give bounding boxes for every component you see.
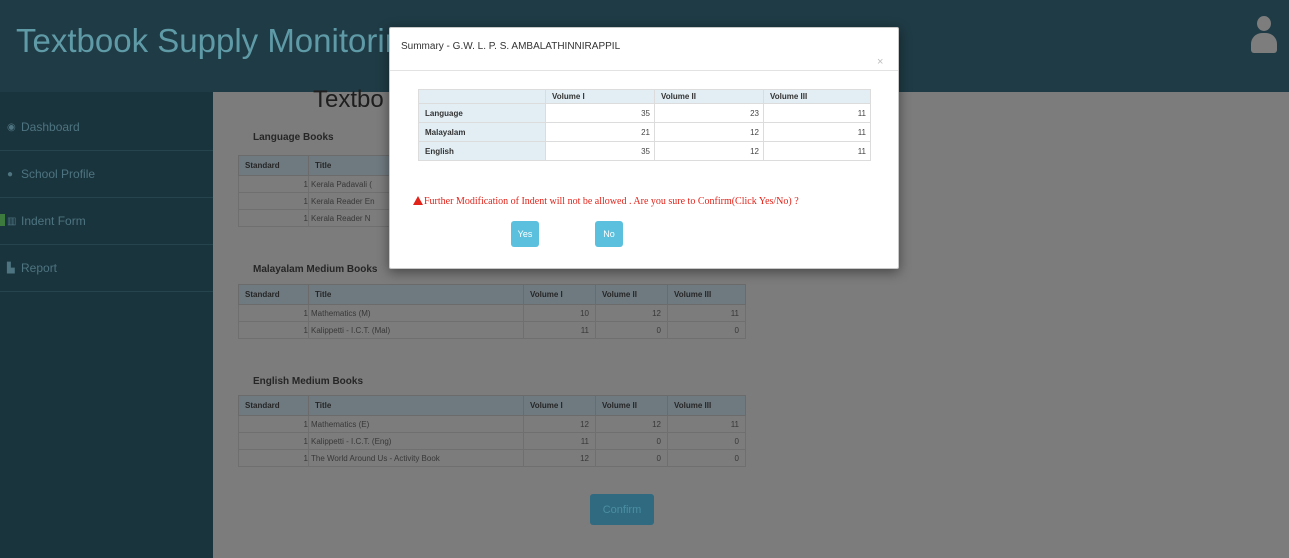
table-row: Language 35 23 11 [418,103,871,123]
active-indicator [0,214,5,226]
table-row: 1 Mathematics (E) 12 12 11 [238,415,746,433]
bank-icon: ▥ [7,215,17,227]
column-header: Volume II [595,284,668,305]
close-icon[interactable]: × [877,57,883,68]
modal-title: Summary - G.W. L. P. S. AMBALATHINNIRAPP… [401,41,621,52]
cell-volume-2: 12 [595,304,668,322]
modal-header: Summary - G.W. L. P. S. AMBALATHINNIRAPP… [390,28,898,71]
table-row: 1 Kalippetti - I.C.T. (Mal) 11 0 0 [238,321,746,339]
row-label: Malayalam [418,122,546,142]
cell-standard: 1 [238,321,309,339]
cell-volume-1: 35 [545,103,655,123]
column-header: Standard [238,395,309,416]
yes-button[interactable]: Yes [511,221,539,247]
confirm-button[interactable]: Confirm [590,494,654,525]
cell-volume-2: 0 [595,321,668,339]
column-header: Volume I [523,395,596,416]
cell-volume-3: 11 [667,304,746,322]
cell-standard: 1 [238,209,309,227]
sidebar: ◉ Dashboard ● School Profile ▥ Indent Fo… [0,92,213,558]
sidebar-item-label: School Profile [21,167,96,181]
cell-standard: 1 [238,449,309,467]
section-title-malayalam: Malayalam Medium Books [253,264,378,275]
sidebar-item-report[interactable]: ▙ Report [0,245,213,292]
cell-volume-3: 0 [667,449,746,467]
cell-volume-3: 0 [667,432,746,450]
table-row: 1 The World Around Us - Activity Book 12… [238,449,746,467]
app-title: Textbook Supply Monitoring [16,22,422,59]
bar-chart-icon: ▙ [7,262,15,274]
column-header: Volume III [667,395,746,416]
cell-standard: 1 [238,432,309,450]
cell-volume-2: 0 [595,432,668,450]
column-header: Title [308,395,524,416]
cell-title: Mathematics (E) [308,415,524,433]
cell-standard: 1 [238,415,309,433]
warning-message: Further Modification of Indent will not … [413,196,799,207]
cell-volume-1: 11 [523,432,596,450]
english-books-table: Standard Title Volume I Volume II Volume… [238,395,746,467]
cell-title: Kalippetti - I.C.T. (Eng) [308,432,524,450]
column-header: Volume I [523,284,596,305]
row-label: English [418,141,546,161]
sidebar-item-label: Indent Form [21,214,86,228]
row-label: Language [418,103,546,123]
sidebar-item-label: Dashboard [21,120,80,134]
column-header: Volume III [667,284,746,305]
malayalam-books-table: Standard Title Volume I Volume II Volume… [238,284,746,339]
cell-volume-3: 11 [763,141,871,161]
column-header [418,89,546,104]
section-title-english: English Medium Books [253,376,364,387]
cell-volume-2: 0 [595,449,668,467]
cell-volume-1: 35 [545,141,655,161]
dashboard-icon: ◉ [7,121,16,133]
column-header: Standard [238,155,309,176]
column-header: Volume I [545,89,655,104]
cell-volume-2: 12 [654,122,764,142]
no-button[interactable]: No [595,221,623,247]
warning-text: Further Modification of Indent will not … [424,196,799,207]
cell-volume-1: 21 [545,122,655,142]
user-icon: ● [7,168,14,180]
warning-icon [413,196,423,205]
cell-standard: 1 [238,304,309,322]
sidebar-item-indent-form[interactable]: ▥ Indent Form [0,198,213,245]
sidebar-item-school-profile[interactable]: ● School Profile [0,151,213,198]
cell-volume-2: 23 [654,103,764,123]
cell-volume-3: 11 [667,415,746,433]
cell-volume-3: 0 [667,321,746,339]
cell-volume-2: 12 [654,141,764,161]
table-row: 1 Kalippetti - I.C.T. (Eng) 11 0 0 [238,432,746,450]
section-title-language: Language Books [253,132,334,143]
cell-volume-3: 11 [763,103,871,123]
column-header: Volume II [595,395,668,416]
cell-title: The World Around Us - Activity Book [308,449,524,467]
cell-volume-2: 12 [595,415,668,433]
cell-volume-1: 12 [523,415,596,433]
column-header: Standard [238,284,309,305]
cell-standard: 1 [238,192,309,210]
table-row: Malayalam 21 12 11 [418,122,871,142]
summary-modal: Summary - G.W. L. P. S. AMBALATHINNIRAPP… [389,27,899,269]
column-header: Volume III [763,89,871,104]
column-header: Title [308,284,524,305]
column-header: Volume II [654,89,764,104]
sidebar-item-label: Report [21,261,58,275]
cell-title: Kalippetti - I.C.T. (Mal) [308,321,524,339]
user-icon[interactable] [1249,16,1279,54]
cell-title: Mathematics (M) [308,304,524,322]
table-row: English 35 12 11 [418,141,871,161]
cell-volume-1: 12 [523,449,596,467]
page-title: Textbo [313,86,384,113]
cell-volume-1: 11 [523,321,596,339]
cell-volume-3: 11 [763,122,871,142]
cell-volume-1: 10 [523,304,596,322]
sidebar-item-dashboard[interactable]: ◉ Dashboard [0,104,213,151]
table-row: 1 Mathematics (M) 10 12 11 [238,304,746,322]
summary-table: Volume I Volume II Volume III Language 3… [418,89,871,161]
cell-standard: 1 [238,175,309,193]
